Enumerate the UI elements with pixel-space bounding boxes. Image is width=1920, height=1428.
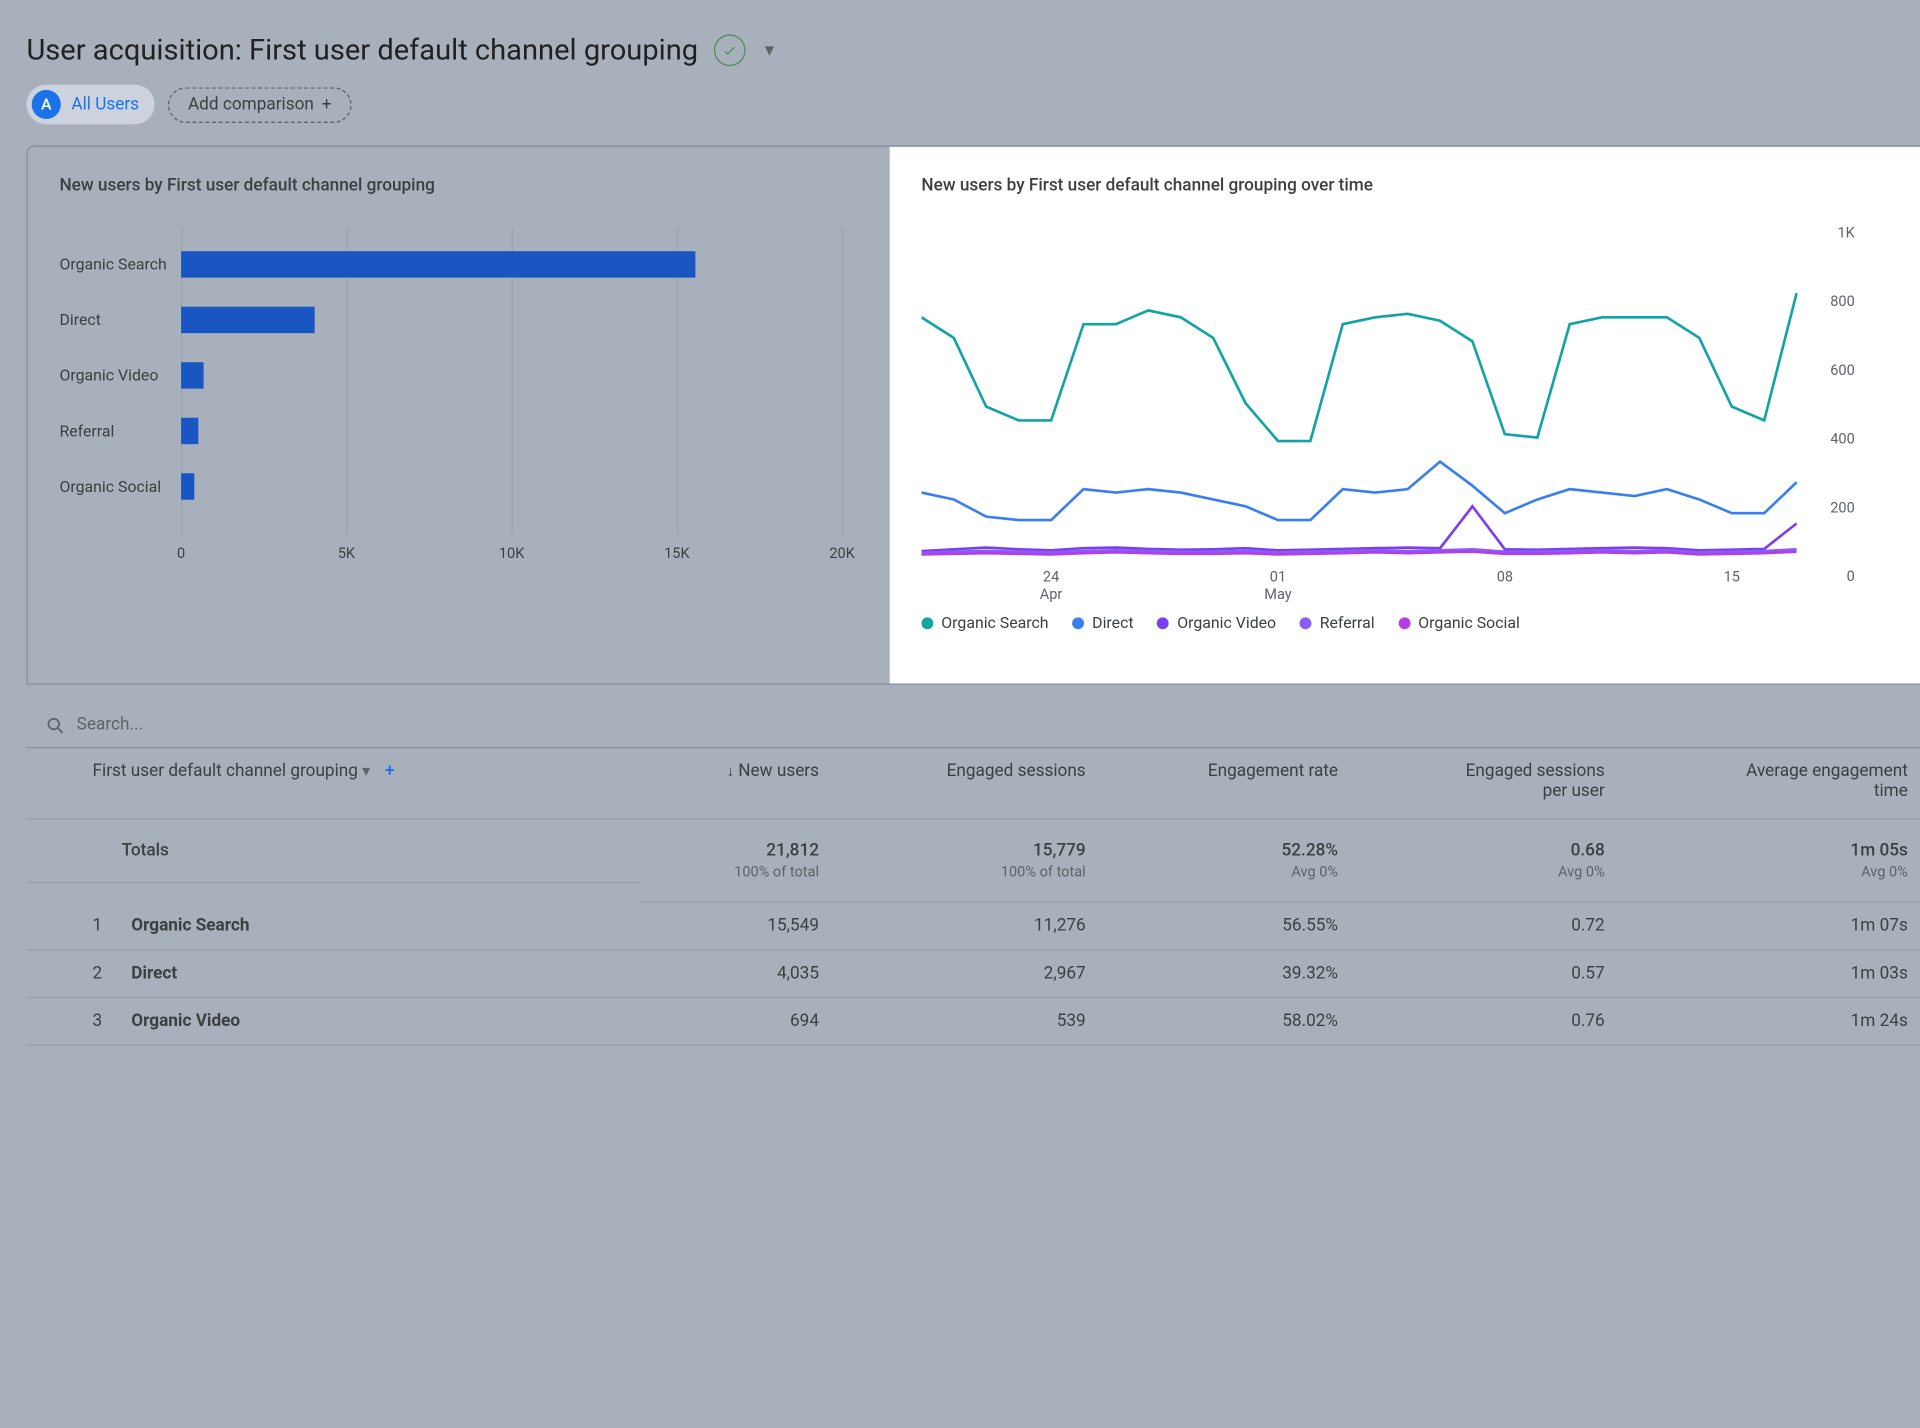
bar-chart-title: New users by First user default channel … xyxy=(59,176,868,196)
bar-chart-panel: New users by First user default channel … xyxy=(28,147,890,684)
bar-label: Organic Search xyxy=(59,255,181,274)
y-tick: 1K xyxy=(1837,224,1854,241)
bar-row[interactable]: Referral xyxy=(59,418,868,444)
bar-label: Direct xyxy=(59,311,181,330)
dot-icon xyxy=(921,617,933,629)
line-chart-legend: Organic Search Direct Organic Video Refe… xyxy=(921,613,1920,632)
add-comparison-label: Add comparison xyxy=(188,95,314,115)
x-tick: 15K xyxy=(664,545,689,562)
bar xyxy=(181,473,194,499)
x-tick: 10K xyxy=(499,545,524,562)
search-icon xyxy=(45,715,66,736)
table-row[interactable]: 3Organic Video 694 539 58.02% 0.76 1m 24… xyxy=(26,997,1920,1045)
totals-row: Totals 21,812100% of total 15,779100% of… xyxy=(26,819,1920,902)
bar xyxy=(181,362,204,388)
x-tick: 01May xyxy=(1264,568,1291,603)
col-new-users[interactable]: ↓ New users xyxy=(641,748,832,819)
legend-organic-search[interactable]: Organic Search xyxy=(921,613,1048,632)
chevron-down-icon: ▾ xyxy=(362,761,370,780)
page-title: User acquisition: First user default cha… xyxy=(26,34,698,67)
bar-label: Organic Video xyxy=(59,366,181,385)
check-icon xyxy=(722,42,738,58)
table-search[interactable]: Search... xyxy=(45,715,1920,736)
add-dimension-button[interactable]: + xyxy=(385,761,395,781)
x-tick: 5K xyxy=(338,545,355,562)
legend-referral[interactable]: Referral xyxy=(1300,613,1375,632)
bar-label: Organic Social xyxy=(59,477,181,496)
y-tick: 200 xyxy=(1830,499,1855,516)
legend-organic-social[interactable]: Organic Social xyxy=(1398,613,1520,632)
y-tick: 600 xyxy=(1830,362,1855,379)
line-series[interactable] xyxy=(921,293,1796,441)
bar xyxy=(181,251,695,277)
bar-chart: 0 5K 10K 15K 20K Organic Search Direct Organic … xyxy=(59,227,868,597)
bar-row[interactable]: Organic Social xyxy=(59,473,868,499)
dot-icon xyxy=(1072,617,1084,629)
x-tick: 20K xyxy=(829,545,854,562)
col-engaged-sessions[interactable]: Engaged sessions xyxy=(832,748,1099,819)
sort-down-icon: ↓ xyxy=(727,763,734,780)
bar-row[interactable]: Organic Video xyxy=(59,362,868,388)
dot-icon xyxy=(1398,617,1410,629)
bar-label: Referral xyxy=(59,422,181,441)
segment-letter: A xyxy=(32,90,61,119)
bar xyxy=(181,418,198,444)
x-tick: 0 xyxy=(177,545,185,562)
x-tick: 24Apr xyxy=(1040,568,1063,603)
bar-row[interactable]: Direct xyxy=(59,307,868,333)
line-series[interactable] xyxy=(921,506,1796,551)
search-placeholder: Search... xyxy=(77,715,143,735)
totals-label: Totals xyxy=(122,841,169,861)
col-eng-per-user[interactable]: Engaged sessionsper user xyxy=(1351,748,1618,819)
table-row[interactable]: 1Organic Search 15,549 11,276 56.55% 0.7… xyxy=(26,902,1920,950)
col-channel[interactable]: First user default channel grouping ▾ + xyxy=(26,748,641,819)
legend-organic-video[interactable]: Organic Video xyxy=(1157,613,1276,632)
col-avg-engagement[interactable]: Average engagementtime xyxy=(1618,748,1920,819)
y-tick: 800 xyxy=(1830,293,1855,310)
dot-icon xyxy=(1157,617,1169,629)
line-chart-panel: New users by First user default channel … xyxy=(890,147,1920,684)
x-tick: 08 xyxy=(1497,568,1513,585)
data-table: First user default channel grouping ▾ + … xyxy=(26,748,1920,1045)
title-dropdown[interactable]: ▼ xyxy=(762,41,778,60)
segment-chip-all-users[interactable]: A All Users xyxy=(26,85,154,125)
bar-row[interactable]: Organic Search xyxy=(59,251,868,277)
line-chart-title: New users by First user default channel … xyxy=(921,176,1920,196)
table-row[interactable]: 2Direct 4,035 2,967 39.32% 0.57 1m 03s 3… xyxy=(26,950,1920,998)
plus-icon: + xyxy=(322,95,332,115)
y-tick: 400 xyxy=(1830,430,1855,447)
add-comparison-button[interactable]: Add comparison + xyxy=(168,87,351,123)
segment-name: All Users xyxy=(71,95,139,115)
y-tick: 0 xyxy=(1847,568,1855,585)
bar xyxy=(181,307,314,333)
verified-badge[interactable] xyxy=(714,34,746,66)
line-series[interactable] xyxy=(921,462,1796,520)
line-chart: 02004006008001K 24Apr01May0815 xyxy=(921,214,1809,571)
dot-icon xyxy=(1300,617,1312,629)
x-tick: 15 xyxy=(1724,568,1740,585)
col-engagement-rate[interactable]: Engagement rate xyxy=(1099,748,1351,819)
legend-direct[interactable]: Direct xyxy=(1072,613,1133,632)
